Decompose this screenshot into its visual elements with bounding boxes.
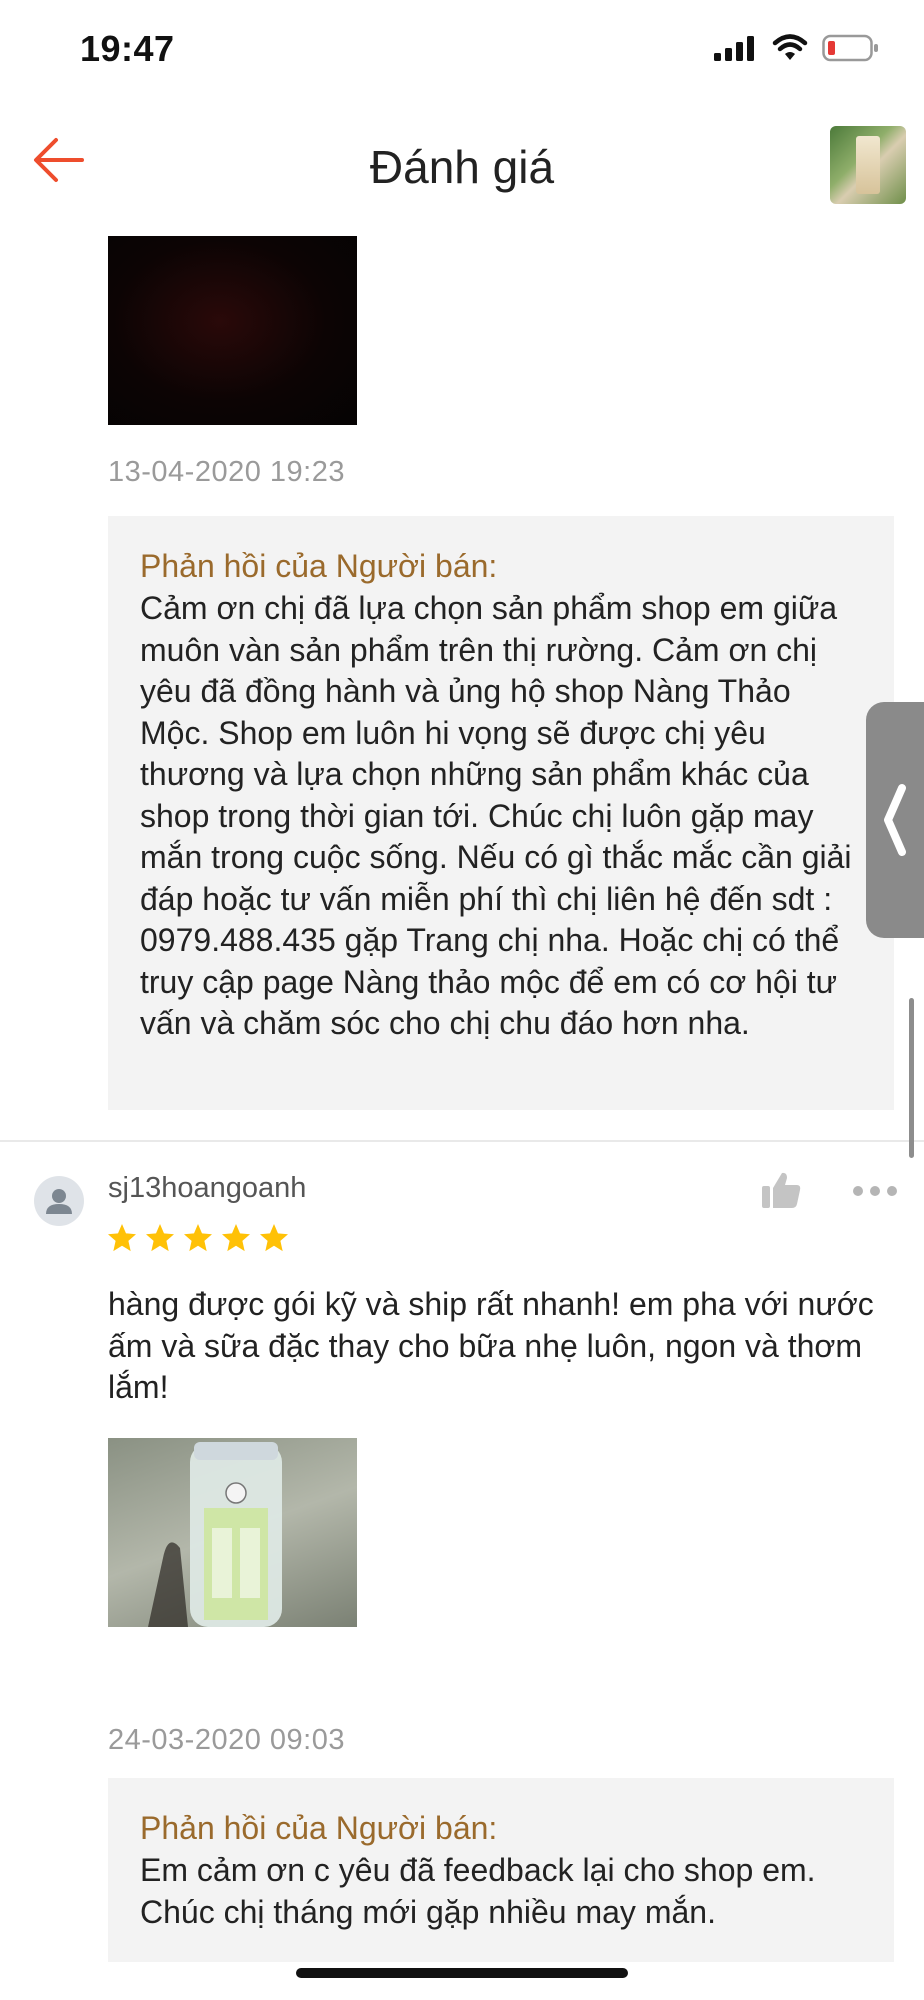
reviewer-username[interactable]: sj13hoangoanh (108, 1172, 306, 1205)
review-photo[interactable] (108, 1438, 357, 1627)
product-jar-image (856, 136, 880, 194)
more-horizontal-icon (853, 1186, 897, 1196)
wifi-icon (772, 34, 808, 60)
review-divider (0, 1140, 924, 1142)
side-drawer-tab[interactable] (866, 702, 924, 938)
battery-icon (822, 34, 878, 62)
seller-reply-label: Phản hồi của Người bán: (140, 548, 498, 584)
seller-reply-text: Em cảm ơn c yêu đã feedback lại cho shop… (140, 1852, 816, 1930)
product-jar-photo (148, 1442, 282, 1627)
seller-reply-box: Phản hồi của Người bán: Em cảm ơn c yêu … (108, 1778, 894, 1962)
home-indicator[interactable] (296, 1968, 628, 1978)
star-icon (222, 1224, 250, 1252)
like-button[interactable] (760, 1170, 802, 1210)
signal-icon (714, 36, 754, 61)
more-options-button[interactable] (850, 1178, 900, 1204)
avatar[interactable] (34, 1176, 84, 1226)
chevron-left-icon (884, 784, 906, 856)
star-rating (106, 1222, 290, 1254)
review-date: 24-03-2020 09:03 (108, 1724, 345, 1756)
status-time: 19:47 (80, 28, 175, 69)
star-icon (260, 1224, 288, 1252)
user-icon (46, 1189, 72, 1214)
product-thumbnail[interactable] (830, 126, 906, 204)
seller-reply-text: Cảm ơn chị đã lựa chọn sản phẩm shop em … (140, 590, 852, 1041)
review-photo[interactable] (108, 236, 357, 425)
seller-reply-label: Phản hồi của Người bán: (140, 1810, 498, 1846)
star-icon (146, 1224, 174, 1252)
star-icon (184, 1224, 212, 1252)
header: Đánh giá (0, 100, 924, 230)
thumbs-up-icon (762, 1172, 801, 1208)
star-icon (108, 1224, 136, 1252)
review-date: 13-04-2020 19:23 (108, 456, 345, 488)
review-text: hàng được gói kỹ và ship rất nhanh! em p… (108, 1286, 874, 1405)
seller-reply-box: Phản hồi của Người bán: Cảm ơn chị đã lự… (108, 516, 894, 1110)
status-bar: 19:47 (0, 0, 924, 100)
scrollbar[interactable] (909, 998, 914, 1158)
page-title: Đánh giá (369, 141, 555, 193)
status-icons (714, 34, 880, 62)
